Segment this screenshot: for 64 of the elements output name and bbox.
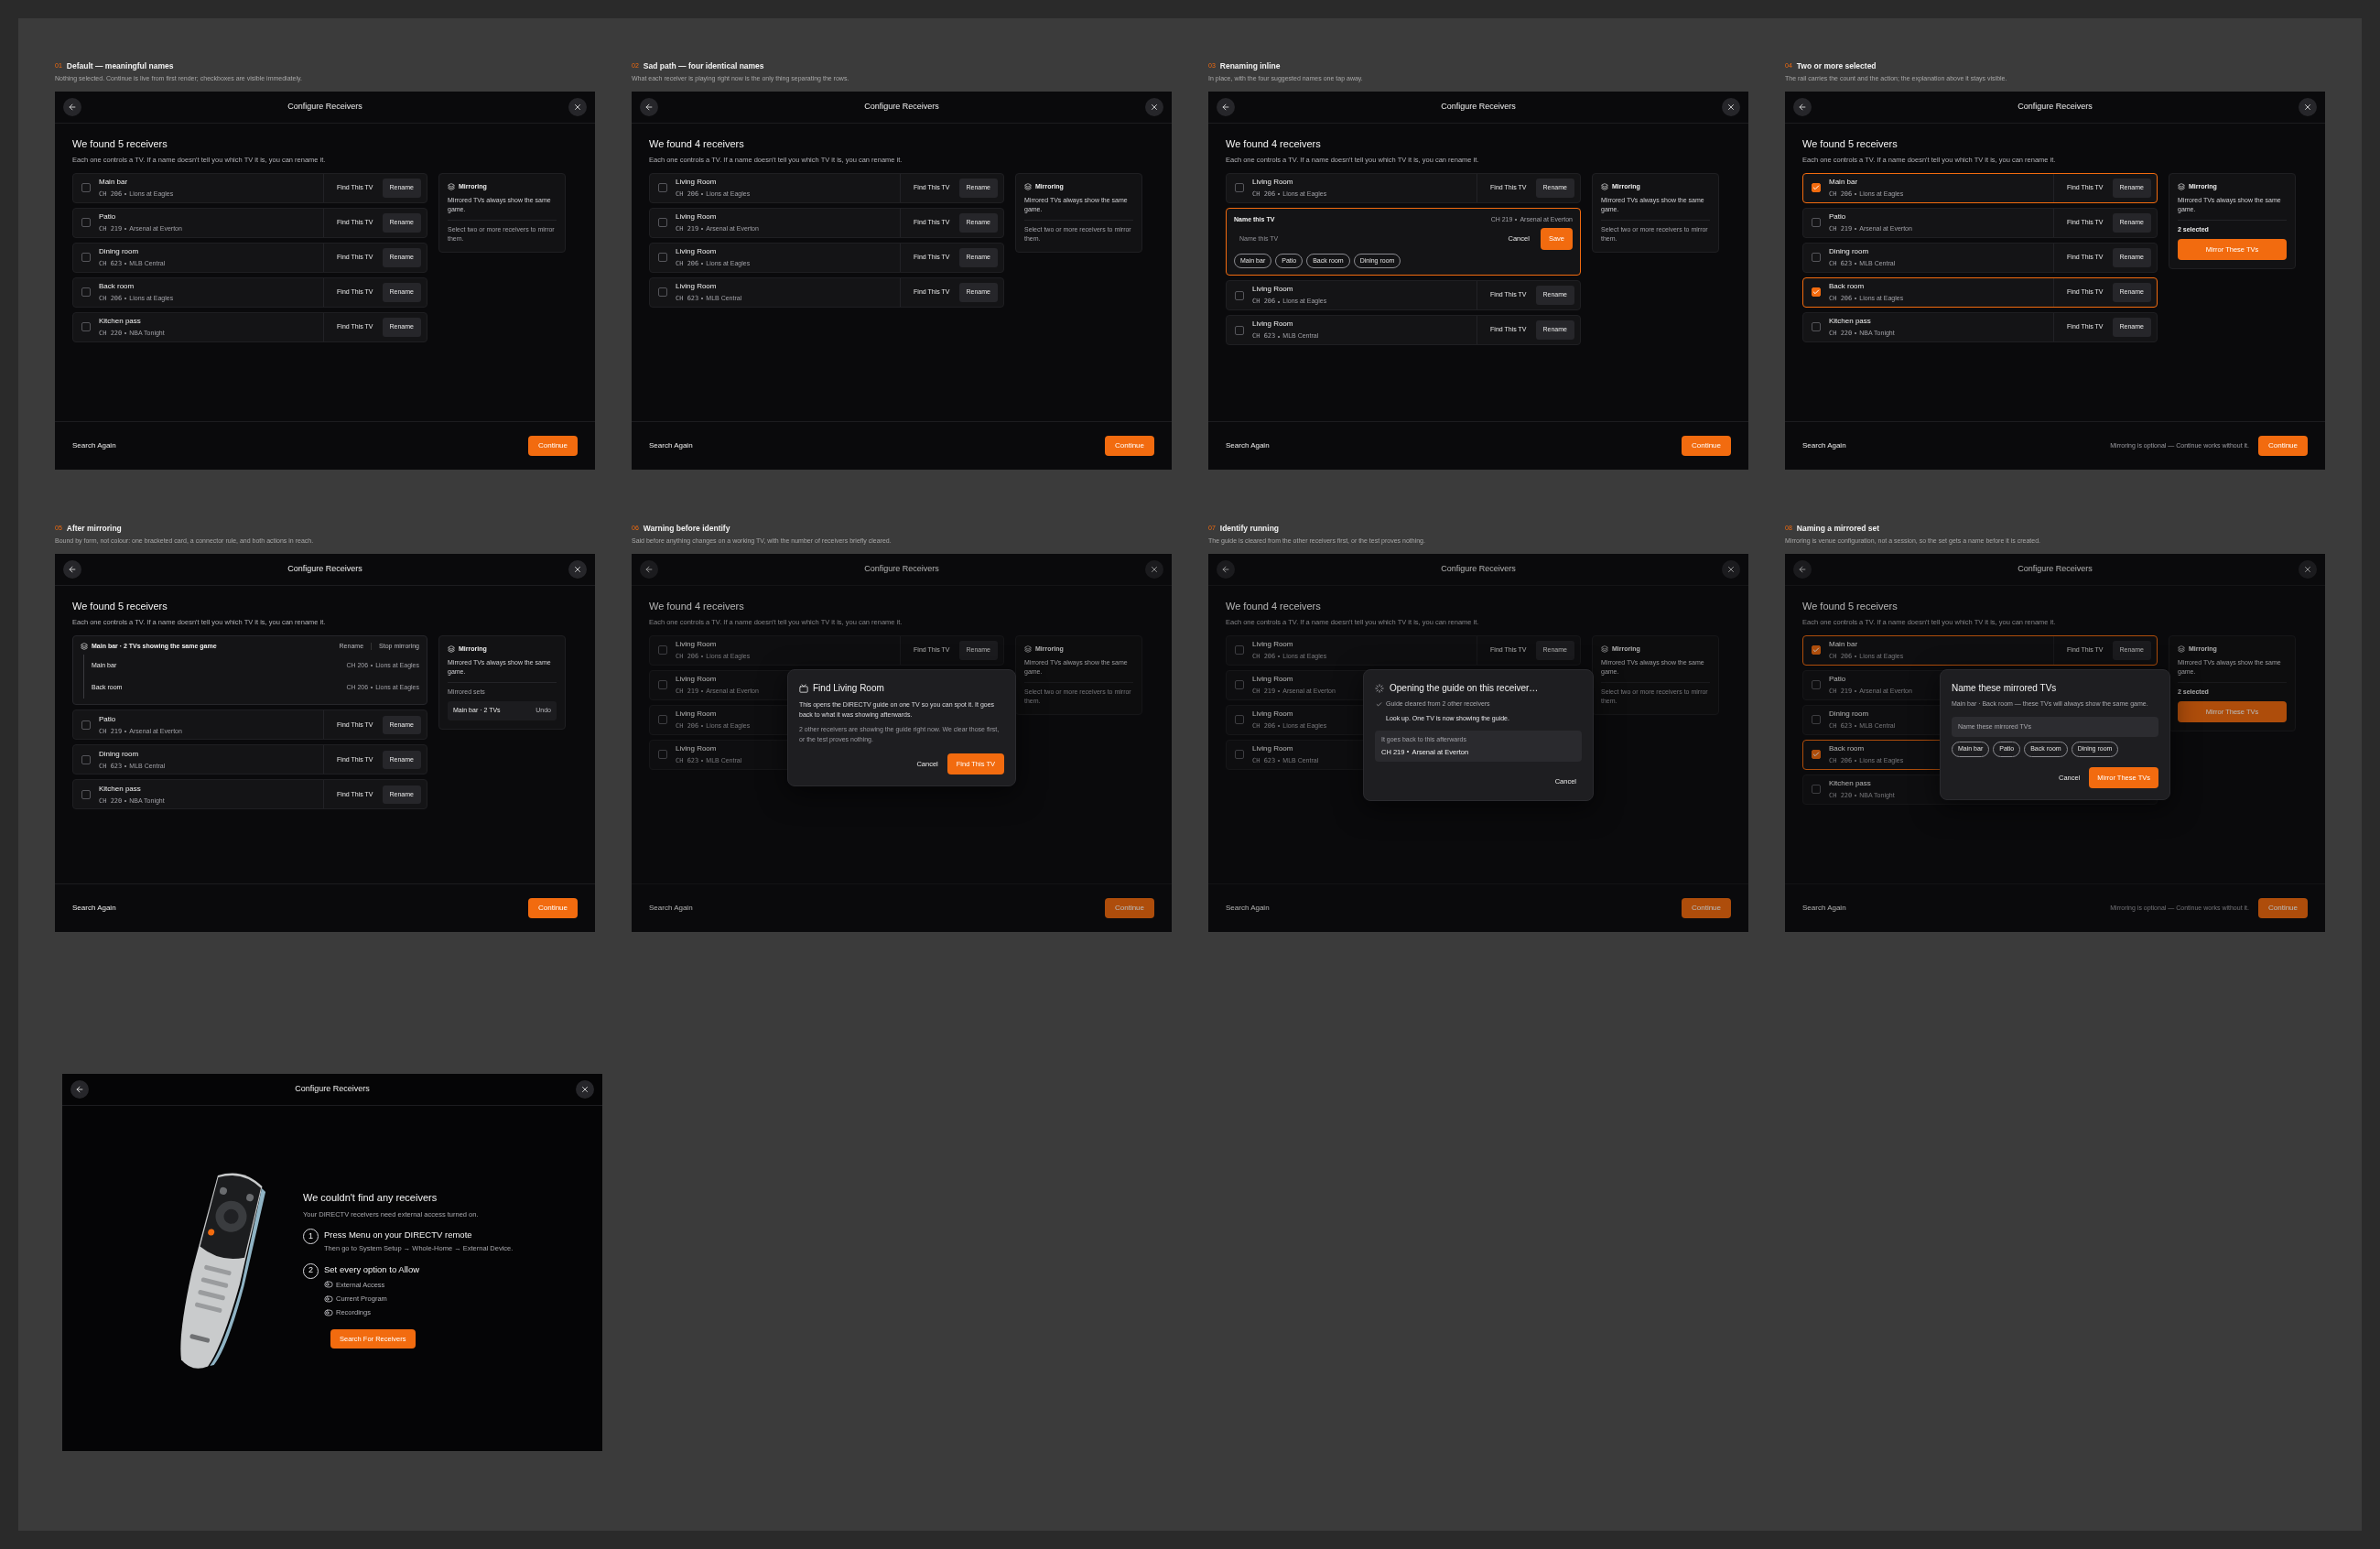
receiver-name: Living Room xyxy=(1252,709,1293,720)
window-title: Configure Receivers xyxy=(2018,101,2093,114)
frame-title: Naming a mirrored set xyxy=(1796,523,1880,535)
page-heading: We couldn't find any receivers xyxy=(303,1191,438,1206)
receiver-name: Dining room xyxy=(99,748,139,760)
receiver-name: Patio xyxy=(1829,674,1846,685)
page-heading: We found 5 receivers xyxy=(72,600,168,613)
frame-title: Renaming inline xyxy=(1219,60,1281,72)
receiver-name: Kitchen pass xyxy=(99,316,141,327)
window-title: Configure Receivers xyxy=(1441,101,1516,114)
receiver-name: Back room xyxy=(99,281,135,292)
receiver-name: Living Room xyxy=(676,639,717,650)
receiver-name: Main bar xyxy=(1829,177,1858,188)
receiver-name: Kitchen pass xyxy=(1829,778,1871,789)
frame-title: After mirroring xyxy=(66,523,122,535)
receiver-name: Living Room xyxy=(1252,639,1293,650)
frame-title: Identify running xyxy=(1219,523,1279,535)
receiver-name: Living Room xyxy=(676,709,717,720)
receiver-name: Dining room xyxy=(99,246,139,257)
dialog-title: Opening the guide on this receiver… xyxy=(1390,682,1539,695)
window-title: Configure Receivers xyxy=(864,563,939,576)
page-heading: We found 4 receivers xyxy=(649,137,744,151)
window-title: Configure Receivers xyxy=(1441,563,1516,576)
receiver-name: Patio xyxy=(1829,211,1846,222)
frame-title: Sad path — four identical names xyxy=(643,60,764,72)
page-heading: We found 5 receivers xyxy=(1802,137,1898,151)
window-title: Configure Receivers xyxy=(2018,563,2093,576)
receiver-name: Living Room xyxy=(676,246,717,257)
window-title: Configure Receivers xyxy=(287,563,362,576)
receiver-name: Dining room xyxy=(1829,709,1869,720)
receiver-name: Living Room xyxy=(1252,284,1293,296)
receiver-name: Living Room xyxy=(676,743,717,754)
page-heading: We found 4 receivers xyxy=(1226,600,1321,613)
dialog-title: Name these mirrored TVs xyxy=(1952,682,2058,695)
page-heading: We found 5 receivers xyxy=(72,137,168,151)
window-title: Configure Receivers xyxy=(864,101,939,114)
dialog-title: Find Living Room xyxy=(813,682,884,695)
receiver-name: Dining room xyxy=(1829,246,1869,257)
frame-title: Two or more selected xyxy=(1796,60,1877,72)
frame-title: Warning before identify xyxy=(643,523,730,535)
receiver-name: Back room xyxy=(1829,281,1865,292)
receiver-name: Living Room xyxy=(676,177,717,188)
receiver-name: Main bar xyxy=(99,177,128,188)
receiver-name: Patio xyxy=(99,713,116,725)
receiver-name: Patio xyxy=(99,211,116,222)
step-title: Press Menu on your DIRECTV remote xyxy=(324,1229,472,1241)
receiver-name: Living Room xyxy=(676,674,717,685)
receiver-name: Living Room xyxy=(676,211,717,222)
page-heading: We found 4 receivers xyxy=(1226,137,1321,151)
receiver-name: Living Room xyxy=(1252,674,1293,685)
page-heading: We found 4 receivers xyxy=(649,600,744,613)
receiver-name: Kitchen pass xyxy=(1829,316,1871,327)
receiver-name: Living Room xyxy=(676,281,717,292)
window-title: Configure Receivers xyxy=(287,101,362,114)
receiver-name: Back room xyxy=(1829,743,1865,754)
receiver-name: Living Room xyxy=(1252,743,1293,754)
page-heading: We found 5 receivers xyxy=(1802,600,1898,613)
receiver-name: Kitchen pass xyxy=(99,783,141,795)
receiver-name: Living Room xyxy=(1252,319,1293,330)
receiver-name: Main bar xyxy=(1829,639,1858,650)
frame-title: Default — meaningful names xyxy=(66,60,174,72)
receiver-name: Living Room xyxy=(1252,177,1293,188)
step-title: Set every option to Allow xyxy=(324,1262,420,1276)
window-title: Configure Receivers xyxy=(295,1083,370,1096)
